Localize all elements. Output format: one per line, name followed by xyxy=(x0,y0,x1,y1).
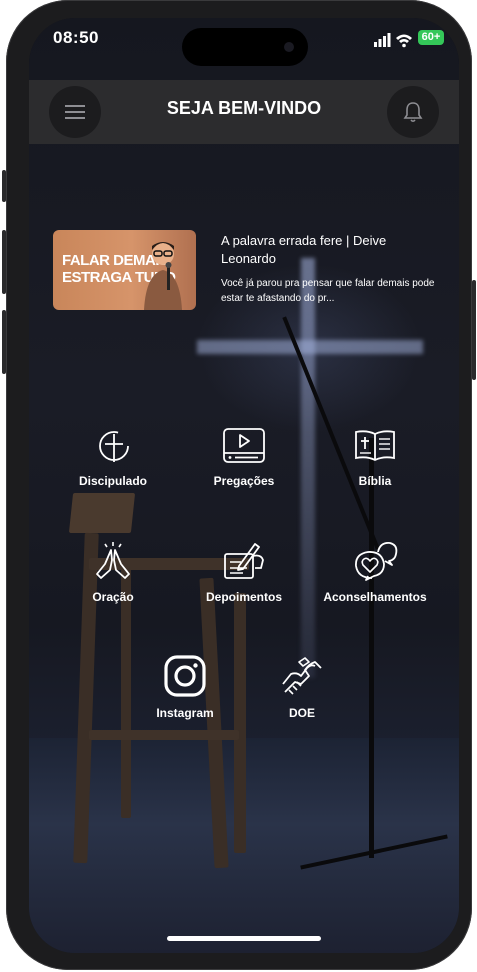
mute-switch xyxy=(2,170,6,202)
battery-indicator: 60+ xyxy=(418,30,444,45)
app-header: SEJA BEM-VINDO xyxy=(29,80,459,144)
app-screen: 08:50 60+ SEJA BEM-VINDO FALAR DEMAIS ES… xyxy=(29,18,459,953)
stool-rail xyxy=(89,730,239,740)
cross-light-bar xyxy=(197,340,423,354)
oracao-button[interactable]: Oração xyxy=(53,540,173,604)
heart-chat-icon xyxy=(355,542,398,581)
stool-leg xyxy=(234,593,246,853)
dynamic-island xyxy=(182,28,308,66)
signal-wifi-icon xyxy=(374,33,412,48)
bible-icon xyxy=(355,430,395,462)
aconselhamentos-button[interactable]: Aconselhamentos xyxy=(315,540,435,604)
instagram-icon xyxy=(164,655,206,697)
doe-button[interactable]: DOE xyxy=(242,654,362,720)
video-description: Você já parou pra pensar que falar demai… xyxy=(221,278,435,304)
volume-down-button xyxy=(2,310,6,374)
handshake-icon xyxy=(282,657,322,695)
depoimentos-label: Depoimentos xyxy=(205,590,282,604)
discipulado-button[interactable]: Discipulado xyxy=(53,426,173,488)
notifications-button[interactable] xyxy=(387,86,439,138)
aconselhamentos-label: Aconselhamentos xyxy=(323,590,427,604)
bell-icon xyxy=(403,102,423,123)
pregacoes-label: Pregações xyxy=(213,474,275,488)
phone-frame: 08:50 60+ SEJA BEM-VINDO FALAR DEMAIS ES… xyxy=(2,0,476,970)
status-bar: 08:50 60+ xyxy=(29,18,459,78)
biblia-button[interactable]: Bíblia xyxy=(315,426,435,488)
writing-testimony-icon xyxy=(224,543,264,579)
video-player-icon xyxy=(223,428,265,463)
volume-up-button xyxy=(2,230,6,294)
camera-dot xyxy=(284,42,294,52)
pregacoes-button[interactable]: Pregações xyxy=(184,426,304,488)
home-indicator[interactable] xyxy=(167,936,321,941)
instagram-button[interactable]: Instagram xyxy=(125,654,245,720)
depoimentos-button[interactable]: Depoimentos xyxy=(184,540,304,604)
praying-hands-icon xyxy=(96,542,130,579)
instagram-label: Instagram xyxy=(156,706,214,720)
stool-backrest xyxy=(68,493,136,533)
biblia-label: Bíblia xyxy=(358,474,392,488)
power-button xyxy=(472,280,476,380)
video-thumbnail[interactable]: FALAR DEMAIS ESTRAGA TUDO xyxy=(53,230,196,310)
video-title[interactable]: A palavra errada fere | Deive Leonardo xyxy=(221,232,431,268)
discipleship-cross-icon xyxy=(99,431,129,462)
mic-stand-pole xyxy=(369,438,374,858)
doe-label: DOE xyxy=(288,706,315,720)
oracao-label: Oração xyxy=(92,590,134,604)
speaker-image xyxy=(144,242,182,310)
featured-video-card[interactable]: FALAR DEMAIS ESTRAGA TUDO A palavra erra… xyxy=(53,230,435,312)
discipulado-label: Discipulado xyxy=(78,474,147,488)
status-time: 08:50 xyxy=(53,28,99,47)
